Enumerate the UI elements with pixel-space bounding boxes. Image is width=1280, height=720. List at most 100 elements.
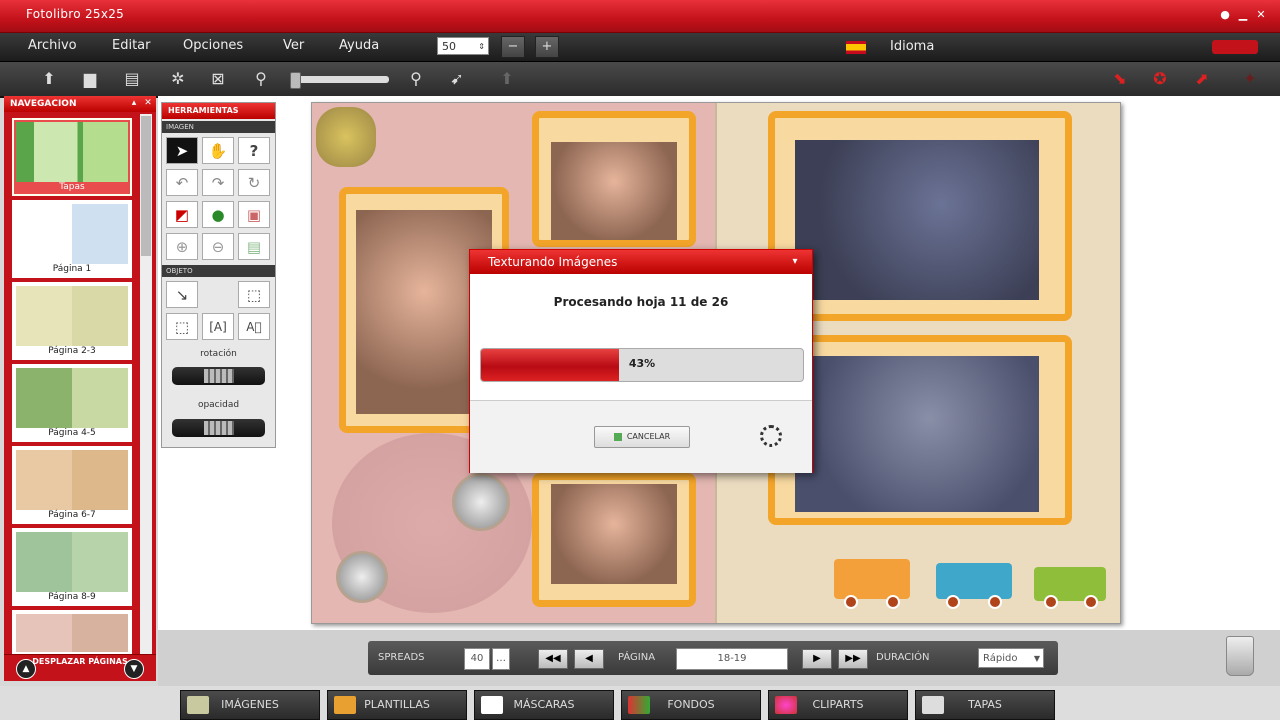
tab-plantillas[interactable]: PLANTILLAS [327, 690, 467, 720]
zoom-in-tool-icon[interactable]: ⊕ [166, 233, 198, 260]
button-decoration [336, 551, 388, 603]
train-wheel [946, 595, 960, 609]
cancel-label: CANCELAR [626, 432, 671, 441]
text-edit-icon[interactable]: A⃞ [238, 313, 270, 340]
folder-icon[interactable]: ▆ [79, 68, 101, 90]
dialog-collapse-icon[interactable]: ▾ [788, 255, 802, 269]
masks-tab-icon [481, 696, 503, 714]
upload-icon[interactable]: ⬆ [38, 68, 60, 90]
baby-photo[interactable] [795, 356, 1039, 512]
save-icon[interactable]: ▤ [121, 68, 143, 90]
rotate-left-icon[interactable]: ↶ [166, 169, 198, 196]
fit-icon[interactable]: ⊠ [207, 68, 229, 90]
zoom-in-button[interactable]: + [535, 36, 559, 58]
page-thumb-6-7[interactable]: Página 6-7 [12, 446, 132, 524]
baby-photo[interactable] [551, 484, 677, 584]
rotation-slider[interactable] [172, 367, 265, 385]
menu-opciones[interactable]: Opciones [183, 38, 243, 53]
opacity-slider[interactable] [172, 419, 265, 437]
red-pill-button[interactable] [1212, 40, 1258, 54]
language-menu[interactable]: Idioma [890, 39, 934, 54]
thumb-label: Página 4-5 [48, 428, 96, 438]
page-thumb-8-9[interactable]: Página 8-9 [12, 528, 132, 606]
menu-ver[interactable]: Ver [283, 38, 304, 53]
zoom-slider[interactable] [293, 76, 389, 83]
export-icon[interactable]: ⬊ [1110, 69, 1130, 89]
pointer-icon[interactable]: ➹ [446, 68, 468, 90]
text-icon[interactable]: [A] [202, 313, 234, 340]
settings-icon[interactable]: ✲ [167, 68, 189, 90]
templates-tab-icon [334, 696, 356, 714]
trash-icon[interactable] [1226, 636, 1254, 676]
zoom-out-button[interactable]: − [501, 36, 525, 58]
spreads-dropdown[interactable]: … [492, 648, 510, 670]
fit-tool-icon[interactable]: ▤ [238, 233, 270, 260]
page-thumb-2-3[interactable]: Página 2-3 [12, 282, 132, 360]
menu-archivo[interactable]: Archivo [28, 38, 77, 53]
page-thumb-1[interactable]: Página 1 [12, 200, 132, 278]
baby-photo[interactable] [795, 140, 1039, 300]
prev-page-button[interactable]: ◀ [574, 649, 604, 669]
photo-frame[interactable] [768, 111, 1072, 321]
color-icon[interactable]: ● [202, 201, 234, 228]
zoom-input[interactable]: 50 ⇕ [437, 37, 489, 55]
tab-tapas[interactable]: TAPAS [915, 690, 1055, 720]
page-thumb-partial[interactable] [12, 610, 132, 654]
progress-bar: 43% [480, 348, 804, 382]
dialog-title: Texturando Imágenes [470, 250, 812, 274]
zoom-slider-handle[interactable] [290, 72, 301, 89]
duration-select[interactable]: Rápido ▼ [978, 648, 1044, 668]
menu-ayuda[interactable]: Ayuda [339, 38, 379, 53]
minimize-icon[interactable]: ▁ [1236, 8, 1250, 22]
order-icon[interactable]: ✪ [1150, 69, 1170, 89]
navigation-scrollbar-thumb[interactable] [141, 116, 151, 256]
photo-frame[interactable] [768, 335, 1072, 525]
baby-photo[interactable] [551, 142, 677, 240]
send-icon[interactable]: ⬈ [1192, 69, 1212, 89]
rotate-right-icon[interactable]: ↷ [202, 169, 234, 196]
help-tool-icon[interactable]: ? [238, 137, 270, 164]
scroll-down-button[interactable]: ▼ [124, 659, 144, 679]
next-page-button[interactable]: ▶ [802, 649, 832, 669]
thumb-label: Página 6-7 [48, 510, 96, 520]
thumb-image [16, 532, 128, 592]
spain-flag-icon[interactable] [846, 41, 866, 54]
resize-object-icon[interactable]: ⬚ [238, 281, 270, 308]
first-page-button[interactable]: ◀◀ [538, 649, 568, 669]
tab-mascaras[interactable]: MÁSCARAS [474, 690, 614, 720]
panel-close-icon[interactable]: ✕ [142, 97, 154, 109]
train-wheel [1044, 595, 1058, 609]
zoom-large-icon[interactable]: ⚲ [405, 68, 427, 90]
page-input[interactable]: 18-19 [676, 648, 788, 670]
refresh-icon[interactable]: ↻ [238, 169, 270, 196]
spreads-input[interactable]: 40 [464, 648, 490, 670]
photo-frame[interactable] [532, 111, 696, 247]
cancel-button[interactable]: CANCELAR [594, 426, 690, 448]
train-car [936, 563, 1012, 599]
close-icon[interactable]: ✕ [1254, 8, 1268, 22]
page-thumb-tapas[interactable]: Tapas [12, 118, 132, 196]
zoom-out-tool-icon[interactable]: ⊖ [202, 233, 234, 260]
tab-fondos[interactable]: FONDOS [621, 690, 761, 720]
hand-tool-icon[interactable]: ✋ [202, 137, 234, 164]
menu-editar[interactable]: Editar [112, 38, 151, 53]
last-page-button[interactable]: ▶▶ [838, 649, 868, 669]
image-edit-icon[interactable]: ▣ [238, 201, 270, 228]
move-object-icon[interactable]: ↘ [166, 281, 198, 308]
thumb-image [16, 614, 128, 652]
tab-imagenes[interactable]: IMÁGENES [180, 690, 320, 720]
crop-icon[interactable]: ◩ [166, 201, 198, 228]
object-section-header: OBJETO [162, 265, 275, 277]
covers-tab-icon [922, 696, 944, 714]
opacity-slider-handle[interactable] [204, 421, 234, 435]
zoom-small-icon[interactable]: ⚲ [250, 68, 272, 90]
tab-cliparts[interactable]: CLIPARTS [768, 690, 908, 720]
panel-collapse-icon[interactable]: ▴ [128, 97, 140, 109]
photo-frame[interactable] [532, 473, 696, 607]
select-tool-icon[interactable]: ➤ [166, 137, 198, 164]
rotation-slider-handle[interactable] [204, 369, 234, 383]
help-icon[interactable]: ● [1218, 8, 1232, 22]
page-thumb-4-5[interactable]: Página 4-5 [12, 364, 132, 442]
frame-icon[interactable]: ⬚ [166, 313, 198, 340]
stepper-icon[interactable]: ⇕ [478, 38, 485, 56]
